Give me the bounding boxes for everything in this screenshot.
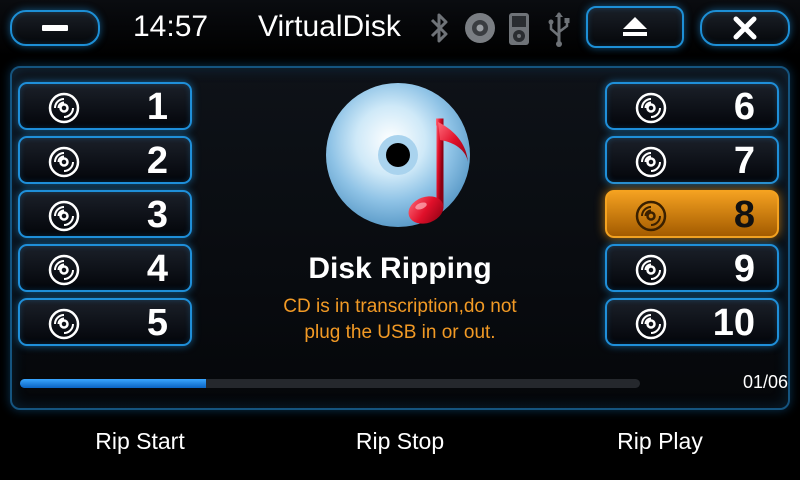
disc-icon	[48, 254, 80, 286]
track-button-4[interactable]: 4	[18, 244, 192, 292]
ripping-message-line2: plug the USB in or out.	[304, 322, 496, 343]
rip-play-button[interactable]: Rip Play	[560, 428, 760, 455]
track-number: 8	[733, 194, 755, 236]
usb-icon	[548, 12, 570, 47]
disc-icon	[635, 146, 667, 178]
track-button-7[interactable]: 7	[605, 136, 779, 184]
disc-icon	[48, 92, 80, 124]
track-button-8[interactable]: 8	[605, 190, 779, 238]
ripping-title: Disk Ripping	[308, 252, 492, 285]
disc-icon	[635, 200, 667, 232]
eject-icon	[623, 17, 647, 36]
progress-fill	[20, 379, 206, 388]
rip-start-button[interactable]: Rip Start	[40, 428, 240, 455]
disc-icon	[465, 13, 495, 43]
track-button-10[interactable]: 10	[605, 298, 779, 346]
track-number: 1	[146, 86, 168, 128]
track-counter: 01/06	[742, 372, 788, 392]
track-number: 4	[146, 248, 168, 290]
track-button-3[interactable]: 3	[18, 190, 192, 238]
track-number: 3	[146, 194, 168, 236]
minimize-button[interactable]	[10, 10, 100, 46]
track-button-5[interactable]: 5	[18, 298, 192, 346]
disc-icon	[48, 200, 80, 232]
ripping-message-line1: CD is in transcription,do not	[283, 296, 517, 317]
disc-icon	[635, 308, 667, 340]
track-button-9[interactable]: 9	[605, 244, 779, 292]
clock: 14:57	[133, 10, 209, 43]
track-number: 2	[146, 140, 168, 182]
media-player-icon	[509, 13, 529, 45]
track-number: 10	[712, 302, 755, 344]
close-button[interactable]	[700, 10, 790, 46]
track-number: 7	[733, 140, 755, 182]
minimize-icon	[42, 25, 68, 31]
track-number: 9	[733, 248, 755, 290]
disc-icon	[48, 146, 80, 178]
music-disc-icon	[326, 83, 470, 227]
track-number: 6	[733, 86, 755, 128]
ripping-message: CD is in transcription,do not plug the U…	[240, 294, 560, 346]
bluetooth-icon	[430, 13, 448, 43]
disc-icon	[635, 254, 667, 286]
track-button-6[interactable]: 6	[605, 82, 779, 130]
track-button-2[interactable]: 2	[18, 136, 192, 184]
disc-icon	[635, 92, 667, 124]
close-icon	[733, 16, 757, 40]
disc-icon	[48, 308, 80, 340]
eject-button[interactable]	[586, 6, 684, 48]
track-button-1[interactable]: 1	[18, 82, 192, 130]
progress-bar	[20, 379, 640, 388]
track-number: 5	[146, 302, 168, 344]
app-title: VirtualDisk	[258, 10, 401, 43]
rip-stop-button[interactable]: Rip Stop	[300, 428, 500, 455]
